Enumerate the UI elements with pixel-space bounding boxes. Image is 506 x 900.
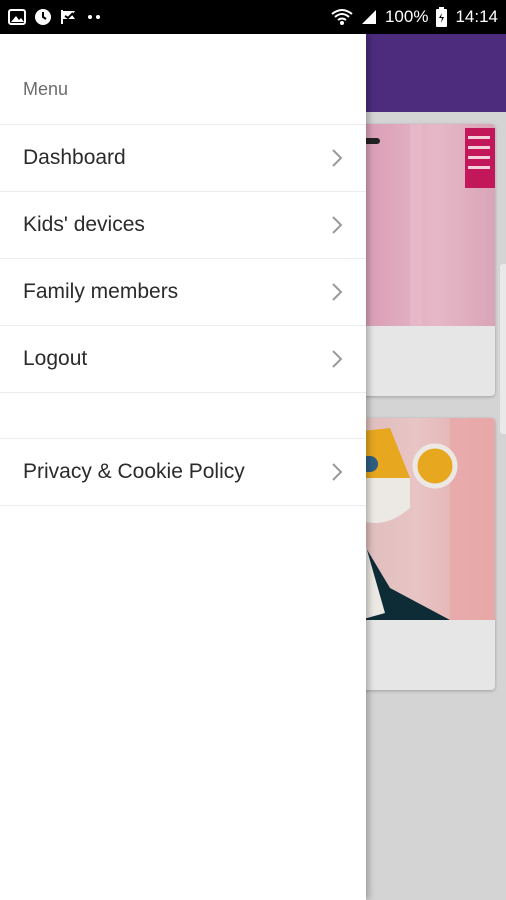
chevron-right-icon xyxy=(330,349,344,369)
side-scroll-tab[interactable] xyxy=(500,264,506,434)
chevron-right-icon xyxy=(330,215,344,235)
check-flag-icon xyxy=(60,8,78,26)
menu-item-kids-devices[interactable]: Kids' devices xyxy=(0,191,366,258)
status-bar: 100% 14:14 xyxy=(0,0,506,34)
chevron-right-icon xyxy=(330,282,344,302)
battery-icon xyxy=(436,7,448,27)
menu-item-label: Kids' devices xyxy=(23,213,145,236)
menu-item-label: Logout xyxy=(23,347,88,370)
gallery-icon xyxy=(8,9,26,25)
navigation-drawer: Menu Dashboard Kids' devices Family memb… xyxy=(0,34,366,900)
menu-item-family-members[interactable]: Family members xyxy=(0,258,366,325)
status-bar-right: 100% 14:14 xyxy=(331,7,498,27)
chevron-right-icon xyxy=(330,462,344,482)
menu-item-label: Dashboard xyxy=(23,146,126,169)
signal-icon xyxy=(361,9,377,25)
battery-percentage: 100% xyxy=(384,7,429,26)
menu-list: Dashboard Kids' devices Family members L… xyxy=(0,124,366,507)
status-time: 14:14 xyxy=(455,7,498,26)
drawer-title: Menu xyxy=(23,79,69,99)
more-dots-icon xyxy=(86,14,104,20)
menu-item-privacy-policy[interactable]: Privacy & Cookie Policy xyxy=(0,438,366,505)
menu-divider xyxy=(0,505,366,507)
shield-icon xyxy=(34,8,52,26)
status-bar-left xyxy=(8,8,104,26)
menu-item-logout[interactable]: Logout xyxy=(0,325,366,392)
wifi-icon xyxy=(331,8,353,26)
chevron-right-icon xyxy=(330,148,344,168)
menu-divider xyxy=(0,392,366,438)
menu-item-dashboard[interactable]: Dashboard xyxy=(0,124,366,191)
menu-item-label: Family members xyxy=(23,280,179,303)
menu-item-label: Privacy & Cookie Policy xyxy=(23,460,245,483)
